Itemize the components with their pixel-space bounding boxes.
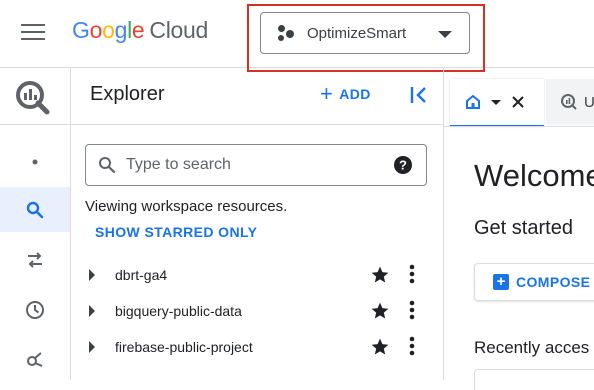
tab-query-label: U xyxy=(584,93,594,111)
project-row[interactable]: dbrt-ga4 xyxy=(71,257,443,293)
more-vert-icon[interactable] xyxy=(407,299,417,321)
add-box-icon: + xyxy=(493,274,509,290)
rail-item-analytics-hub[interactable] xyxy=(0,337,70,382)
menu-icon[interactable] xyxy=(21,24,45,42)
project-row[interactable]: firebase-public-project xyxy=(71,329,443,365)
collapse-panel-icon[interactable] xyxy=(407,83,431,107)
explorer-search-input[interactable] xyxy=(124,155,388,175)
home-icon xyxy=(466,94,480,109)
rail-divider xyxy=(0,124,70,125)
compose-button[interactable]: + COMPOSE xyxy=(474,263,594,301)
more-vert-icon[interactable] xyxy=(407,263,417,285)
star-icon[interactable] xyxy=(370,301,390,321)
explorer-divider xyxy=(71,124,443,125)
explorer-panel: Explorer + ADD ? Viewing workspace resou… xyxy=(71,67,444,380)
tab-caret-icon[interactable] xyxy=(491,99,501,105)
logo-product-name: Cloud xyxy=(149,17,209,43)
show-starred-only-button[interactable]: SHOW STARRED ONLY xyxy=(95,224,257,240)
clock-icon xyxy=(26,300,44,319)
tab-divider xyxy=(444,126,594,127)
search-icon xyxy=(26,201,44,218)
explorer-search-box: ? xyxy=(85,144,427,186)
add-button-label: ADD xyxy=(339,86,371,102)
add-button[interactable]: + ADD xyxy=(320,81,371,106)
dot-icon xyxy=(32,159,38,164)
query-icon xyxy=(561,94,577,110)
expand-arrow-icon[interactable] xyxy=(89,341,95,353)
search-icon xyxy=(99,157,116,174)
svg-text:?: ? xyxy=(399,158,407,173)
compose-button-label: COMPOSE xyxy=(516,274,591,290)
plus-icon: + xyxy=(320,81,334,106)
project-label: firebase-public-project xyxy=(115,339,253,355)
star-icon[interactable] xyxy=(370,337,390,357)
rail-item-history[interactable] xyxy=(0,287,70,332)
rail-item-transfers[interactable] xyxy=(0,237,70,282)
more-vert-icon[interactable] xyxy=(407,335,417,357)
main-area: U Welcome Get started + COMPOSE Recently… xyxy=(444,67,594,390)
close-icon[interactable] xyxy=(511,95,525,109)
tab-query[interactable]: U xyxy=(546,79,594,125)
highlight-outline xyxy=(247,4,485,72)
rail-item-search[interactable] xyxy=(0,187,70,232)
welcome-heading: Welcome xyxy=(474,158,594,193)
expand-arrow-icon[interactable] xyxy=(89,305,95,317)
viewing-resources-text: Viewing workspace resources. xyxy=(85,198,288,215)
get-started-heading: Get started xyxy=(474,217,573,239)
project-label: dbrt-ga4 xyxy=(115,267,168,283)
expand-arrow-icon[interactable] xyxy=(89,269,95,281)
navigation-rail xyxy=(0,67,71,380)
rail-item-dot[interactable] xyxy=(0,139,70,184)
recently-accessed-heading: Recently acces xyxy=(474,338,590,357)
google-cloud-logo[interactable]: Google Cloud xyxy=(72,17,208,44)
project-row[interactable]: bigquery-public-data xyxy=(71,293,443,329)
swap-arrows-icon xyxy=(28,251,42,268)
bigquery-logo-icon[interactable] xyxy=(14,79,50,115)
help-icon[interactable]: ? xyxy=(394,156,412,174)
project-label: bigquery-public-data xyxy=(115,303,242,319)
tab-home[interactable] xyxy=(450,79,544,127)
star-icon[interactable] xyxy=(370,265,390,285)
hub-icon xyxy=(27,351,43,367)
explorer-title: Explorer xyxy=(90,83,165,105)
